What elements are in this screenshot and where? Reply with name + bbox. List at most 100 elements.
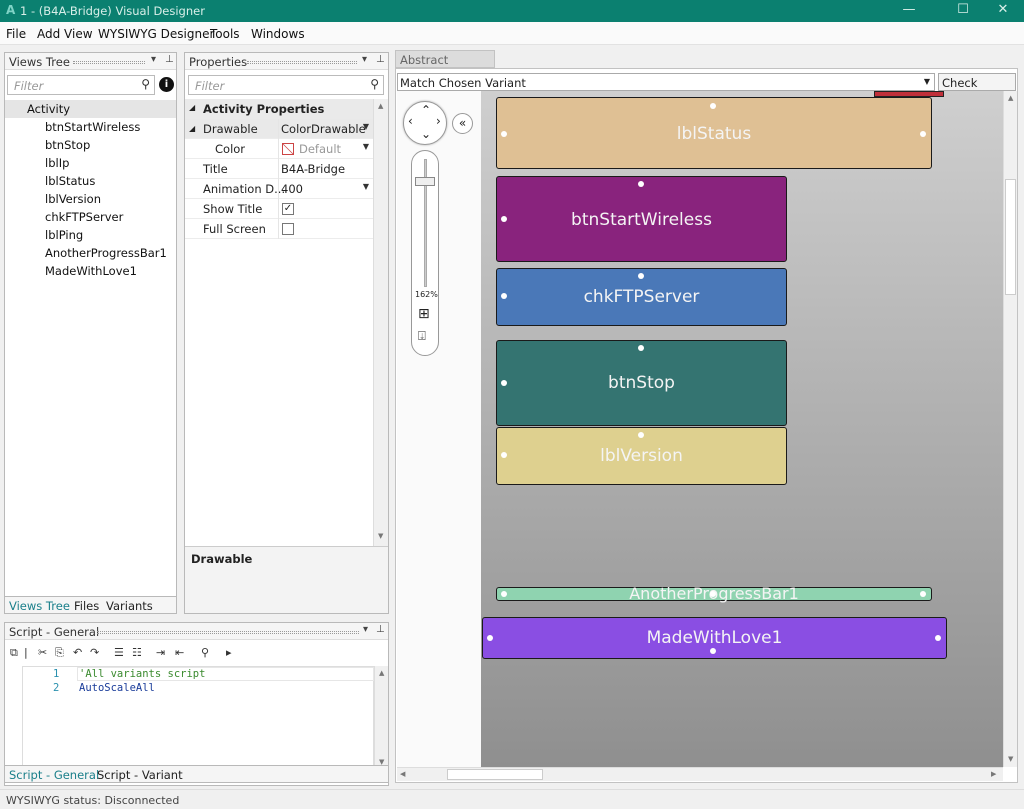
- pan-up-icon[interactable]: ⌃: [421, 103, 431, 117]
- menu-windows[interactable]: Windows: [251, 27, 305, 41]
- tree-item[interactable]: lblIp: [45, 156, 69, 170]
- tab-views-tree[interactable]: Views Tree: [9, 599, 70, 613]
- vertical-scroll-thumb[interactable]: [1005, 179, 1016, 295]
- prop-value[interactable]: ColorDrawable: [281, 122, 366, 136]
- collapse-icon[interactable]: ◢: [189, 124, 195, 133]
- collapse-panel-icon[interactable]: «: [452, 113, 473, 134]
- tree-item[interactable]: MadeWithLove1: [45, 264, 137, 278]
- pan-control[interactable]: ⌃ ⌄ ‹ ›: [403, 101, 447, 145]
- designer-canvas[interactable]: lblStatus btnStartWireless chkFTPServer …: [481, 91, 1003, 767]
- pan-left-icon[interactable]: ‹: [408, 114, 413, 128]
- full-screen-checkbox[interactable]: [282, 223, 294, 235]
- pan-right-icon[interactable]: ›: [436, 114, 441, 128]
- run-icon[interactable]: ▸: [226, 646, 232, 659]
- chevron-down-icon[interactable]: ▾: [151, 54, 156, 65]
- tree-item[interactable]: btnStop: [45, 138, 90, 152]
- tab-script-variant[interactable]: Script - Variant: [97, 768, 183, 782]
- designer-horizontal-scrollbar[interactable]: ◀ ▶: [397, 767, 1003, 781]
- tab-abstract-designer[interactable]: Abstract Designer: [395, 50, 495, 81]
- prop-row-show-title[interactable]: Show Title ✓: [185, 199, 373, 219]
- view-btnstartwireless[interactable]: btnStartWireless: [496, 176, 787, 262]
- code-editor[interactable]: 1 'All variants script 2 AutoScaleAll: [22, 666, 374, 770]
- properties-scrollbar[interactable]: ▲ ▼: [373, 99, 388, 546]
- prop-row-title[interactable]: Title B4A-Bridge: [185, 159, 373, 179]
- tree-item[interactable]: btnStartWireless: [45, 120, 140, 134]
- search-icon[interactable]: ⚲: [141, 77, 150, 91]
- resize-handle[interactable]: [501, 591, 507, 597]
- resize-handle[interactable]: [487, 635, 493, 641]
- resize-handle[interactable]: [501, 452, 507, 458]
- code-line[interactable]: AutoScaleAll: [79, 682, 155, 694]
- menu-wysiwyg-designer[interactable]: WYSIWYG Designer: [98, 27, 214, 41]
- prop-row-full-screen[interactable]: Full Screen: [185, 219, 373, 239]
- pin-icon[interactable]: ⊥: [376, 624, 385, 635]
- pan-down-icon[interactable]: ⌄: [421, 127, 431, 141]
- minimize-button[interactable]: —: [886, 0, 932, 22]
- view-btnstop[interactable]: btnStop: [496, 340, 787, 426]
- properties-filter[interactable]: Filter ⚲: [188, 75, 384, 95]
- paste-icon[interactable]: ⎘: [55, 646, 64, 660]
- fit-to-screen-icon[interactable]: ⊞: [418, 306, 430, 322]
- info-icon[interactable]: i: [159, 77, 174, 92]
- horizontal-scroll-thumb[interactable]: [447, 769, 543, 780]
- download-icon[interactable]: ⍗: [418, 329, 426, 344]
- tab-files[interactable]: Files: [74, 599, 99, 613]
- collapse-icon[interactable]: ◢: [189, 103, 195, 112]
- resize-handle[interactable]: [638, 273, 644, 279]
- resize-handle[interactable]: [501, 131, 507, 137]
- prop-value[interactable]: 400: [281, 182, 303, 196]
- indent-icon[interactable]: ⇥: [156, 646, 165, 659]
- tree-item[interactable]: lblStatus: [45, 174, 95, 188]
- pin-icon[interactable]: ⊥: [165, 54, 174, 65]
- redo-icon[interactable]: ↷: [90, 646, 99, 659]
- undo-icon[interactable]: ↶: [73, 646, 82, 659]
- search-icon[interactable]: ⚲: [370, 77, 379, 91]
- tree-item[interactable]: lblPing: [45, 228, 83, 242]
- prop-value[interactable]: Default: [299, 142, 341, 156]
- code-line[interactable]: 'All variants script: [79, 668, 205, 680]
- tree-item[interactable]: chkFTPServer: [45, 210, 123, 224]
- find-icon[interactable]: ⚲: [201, 646, 209, 659]
- resize-handle[interactable]: [920, 131, 926, 137]
- resize-handle[interactable]: [638, 181, 644, 187]
- script-scrollbar[interactable]: ▲ ▼: [374, 666, 388, 770]
- tab-variants[interactable]: Variants: [106, 599, 153, 613]
- resize-handle[interactable]: [710, 103, 716, 109]
- resize-handle[interactable]: [920, 591, 926, 597]
- prop-value[interactable]: B4A-Bridge: [281, 162, 345, 176]
- resize-handle[interactable]: [501, 293, 507, 299]
- variant-select[interactable]: Match Chosen Variant ▼: [397, 73, 935, 91]
- outdent-icon[interactable]: ⇤: [175, 646, 184, 659]
- section-header[interactable]: ◢ Activity Properties: [185, 99, 373, 119]
- copy-icon[interactable]: ⧉: [10, 646, 18, 660]
- designer-vertical-scrollbar[interactable]: ▲ ▼: [1003, 91, 1017, 767]
- resize-handle[interactable]: [710, 591, 716, 597]
- dropdown-arrow-icon[interactable]: ▼: [363, 142, 369, 151]
- cut-icon[interactable]: ✂: [38, 646, 47, 659]
- tree-item[interactable]: lblVersion: [45, 192, 101, 206]
- chevron-down-icon[interactable]: ▾: [362, 54, 367, 65]
- show-title-checkbox[interactable]: ✓: [282, 203, 294, 215]
- resize-handle[interactable]: [638, 432, 644, 438]
- prop-row-animation-duration[interactable]: Animation D... 400 ▼: [185, 179, 373, 199]
- resize-handle[interactable]: [710, 648, 716, 654]
- pin-icon[interactable]: ⊥: [376, 54, 385, 65]
- resize-handle[interactable]: [501, 216, 507, 222]
- menu-add-view[interactable]: Add View: [37, 27, 93, 41]
- prop-row-drawable[interactable]: ◢ Drawable ColorDrawable ▼: [185, 119, 373, 139]
- chevron-down-icon[interactable]: ▾: [363, 624, 368, 635]
- chevron-down-icon[interactable]: ▼: [924, 77, 930, 86]
- uncomment-icon[interactable]: ☷: [132, 646, 142, 659]
- menu-file[interactable]: File: [6, 27, 26, 41]
- tree-item[interactable]: AnotherProgressBar1: [45, 246, 167, 260]
- resize-handle[interactable]: [501, 380, 507, 386]
- dropdown-arrow-icon[interactable]: ▼: [363, 182, 369, 191]
- dropdown-arrow-icon[interactable]: ▼: [363, 122, 369, 131]
- resize-handle[interactable]: [935, 635, 941, 641]
- menu-tools[interactable]: Tools: [210, 27, 240, 41]
- zoom-slider-thumb[interactable]: [415, 177, 435, 186]
- close-button[interactable]: ✕: [980, 0, 1024, 22]
- check-anchors-button[interactable]: Check Anchors: [938, 73, 1016, 104]
- comment-icon[interactable]: ☰: [114, 646, 124, 659]
- resize-handle[interactable]: [638, 345, 644, 351]
